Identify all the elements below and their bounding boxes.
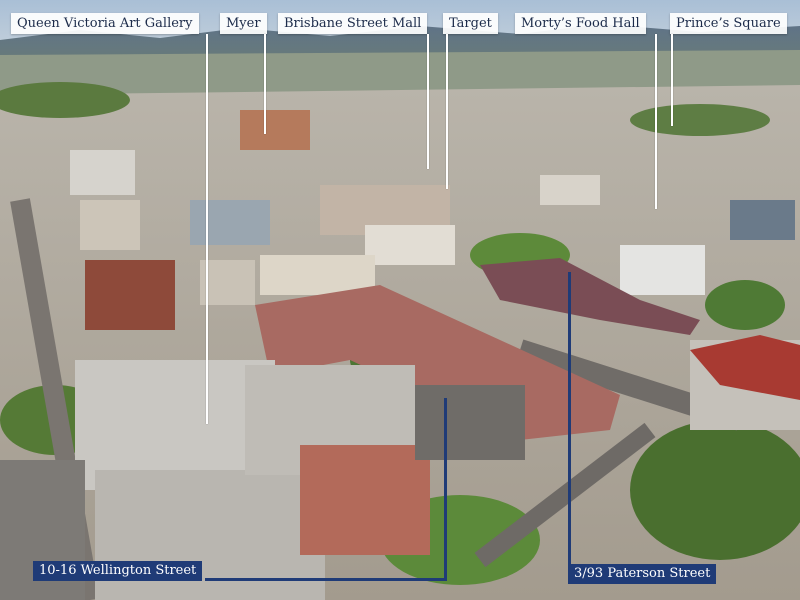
building — [190, 200, 270, 245]
label-brisbane-street-mall: Brisbane Street Mall — [278, 13, 428, 34]
building — [365, 225, 455, 265]
building — [540, 175, 600, 205]
building — [730, 200, 795, 240]
pointer-myer — [264, 34, 266, 134]
pointer-brisbane-street-mall — [427, 34, 429, 169]
label-mortys-food-hall: Morty’s Food Hall — [515, 13, 646, 34]
tree-cluster — [705, 280, 785, 330]
label-paterson-street: 3/93 Paterson Street — [568, 564, 717, 584]
label-wellington-street: 10-16 Wellington Street — [33, 561, 203, 581]
label-queen-victoria-art-gallery: Queen Victoria Art Gallery — [11, 13, 199, 34]
aerial-photo: Queen Victoria Art Gallery Myer Brisbane… — [0, 0, 800, 600]
pointer-princes-square — [671, 34, 673, 126]
pointer-wellington-street-horizontal — [205, 578, 447, 581]
tree-cluster — [630, 104, 770, 136]
car-park — [415, 385, 525, 460]
building — [85, 260, 175, 330]
building — [620, 245, 705, 295]
building — [240, 110, 310, 150]
building — [80, 200, 140, 250]
building — [300, 445, 430, 555]
label-myer: Myer — [220, 13, 267, 34]
pointer-wellington-street — [444, 398, 447, 580]
pointer-paterson-street — [568, 272, 571, 564]
label-target: Target — [443, 13, 498, 34]
pointer-target — [446, 34, 448, 189]
label-princes-square: Prince’s Square — [670, 13, 787, 34]
pointer-queen-victoria-art-gallery — [206, 34, 208, 424]
pointer-mortys-food-hall — [655, 34, 657, 209]
aerial-scene — [0, 0, 800, 600]
building — [200, 260, 255, 305]
building — [70, 150, 135, 195]
